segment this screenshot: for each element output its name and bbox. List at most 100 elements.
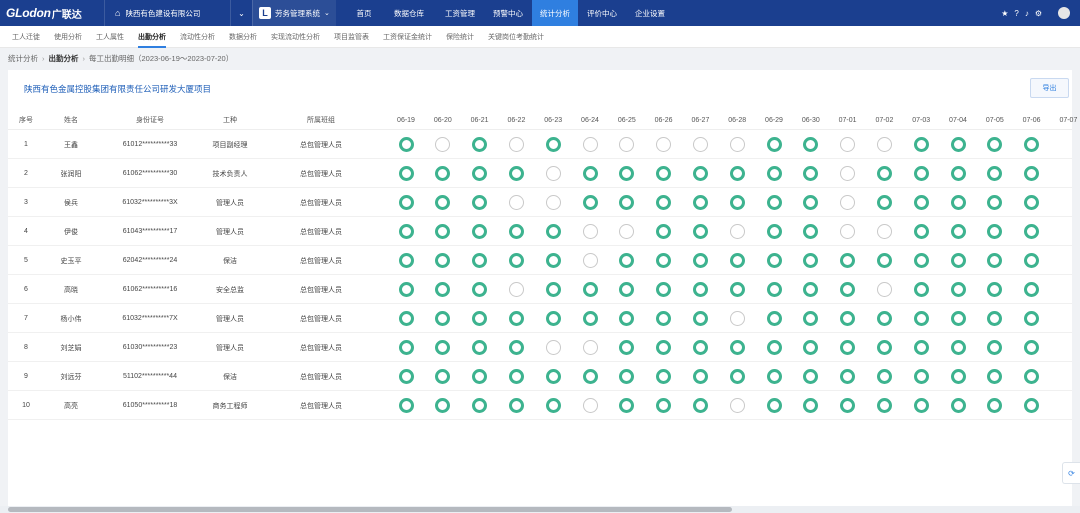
attendance-present-icon[interactable] — [472, 224, 488, 239]
attendance-absent-icon[interactable] — [876, 282, 892, 297]
attendance-present-icon[interactable] — [840, 369, 856, 384]
attendance-present-icon[interactable] — [950, 340, 966, 355]
attendance-present-icon[interactable] — [803, 398, 819, 413]
attendance-present-icon[interactable] — [472, 369, 488, 384]
attendance-present-icon[interactable] — [913, 369, 929, 384]
nav-evaluation-center[interactable]: 评价中心 — [578, 0, 626, 26]
attendance-present-icon[interactable] — [1024, 282, 1040, 297]
column-header-date[interactable]: 06-25 — [609, 110, 645, 130]
attendance-present-icon[interactable] — [398, 166, 414, 181]
attendance-present-icon[interactable] — [508, 398, 524, 413]
column-header-date[interactable]: 06-19 — [388, 110, 424, 130]
attendance-present-icon[interactable] — [987, 340, 1003, 355]
attendance-present-icon[interactable] — [950, 224, 966, 239]
attendance-present-icon[interactable] — [913, 398, 929, 413]
attendance-present-icon[interactable] — [803, 137, 819, 152]
attendance-absent-icon[interactable] — [729, 398, 745, 413]
table-row[interactable]: 8 刘芝娟 61030**********23 管理人员 总包管理人员 — [8, 333, 1072, 362]
attendance-present-icon[interactable] — [803, 369, 819, 384]
subtab-6[interactable]: 实现流动性分析 — [271, 26, 320, 48]
attendance-present-icon[interactable] — [840, 311, 856, 326]
attendance-absent-icon[interactable] — [545, 340, 561, 355]
attendance-present-icon[interactable] — [656, 398, 672, 413]
nav-statistics[interactable]: 统计分析 — [532, 0, 578, 26]
attendance-absent-icon[interactable] — [582, 137, 598, 152]
settings-icon[interactable]: ⚙ — [1035, 9, 1042, 18]
column-header-date[interactable]: 06-29 — [756, 110, 792, 130]
column-header-name[interactable]: 姓名 — [31, 110, 111, 130]
attendance-present-icon[interactable] — [398, 398, 414, 413]
attendance-absent-icon[interactable] — [582, 224, 598, 239]
breadcrumb-item-statistics[interactable]: 统计分析 — [8, 53, 38, 64]
attendance-present-icon[interactable] — [1024, 137, 1040, 152]
attendance-absent-icon[interactable] — [840, 224, 856, 239]
bell-icon[interactable]: ♪ — [1025, 9, 1029, 18]
column-header-date[interactable]: 07-03 — [903, 110, 939, 130]
attendance-present-icon[interactable] — [435, 224, 451, 239]
attendance-present-icon[interactable] — [766, 398, 782, 413]
attendance-present-icon[interactable] — [545, 253, 561, 268]
attendance-present-icon[interactable] — [545, 369, 561, 384]
attendance-present-icon[interactable] — [913, 166, 929, 181]
subtab-10[interactable]: 关键岗位考勤统计 — [488, 26, 544, 48]
nav-data-warehouse[interactable]: 数据仓库 — [382, 0, 436, 26]
attendance-present-icon[interactable] — [582, 282, 598, 297]
attendance-present-icon[interactable] — [472, 166, 488, 181]
attendance-present-icon[interactable] — [729, 195, 745, 210]
attendance-present-icon[interactable] — [1024, 253, 1040, 268]
attendance-present-icon[interactable] — [803, 282, 819, 297]
attendance-present-icon[interactable] — [508, 253, 524, 268]
attendance-absent-icon[interactable] — [435, 137, 451, 152]
system-selector[interactable]: L 劳务管理系统 ⌄ — [252, 0, 336, 26]
attendance-present-icon[interactable] — [840, 398, 856, 413]
attendance-present-icon[interactable] — [729, 253, 745, 268]
attendance-present-icon[interactable] — [1024, 340, 1040, 355]
attendance-present-icon[interactable] — [435, 166, 451, 181]
attendance-present-icon[interactable] — [987, 224, 1003, 239]
table-row[interactable]: 4 伊俊 61043**********17 管理人员 总包管理人员 — [8, 217, 1072, 246]
attendance-present-icon[interactable] — [656, 311, 672, 326]
subtab-8[interactable]: 工资保证金统计 — [383, 26, 432, 48]
column-header-date[interactable]: 06-26 — [646, 110, 682, 130]
attendance-present-icon[interactable] — [435, 398, 451, 413]
attendance-absent-icon[interactable] — [582, 340, 598, 355]
company-dropdown-chevron-icon[interactable]: ⌄ — [230, 0, 252, 26]
attendance-present-icon[interactable] — [472, 253, 488, 268]
attendance-present-icon[interactable] — [913, 224, 929, 239]
attendance-present-icon[interactable] — [545, 398, 561, 413]
attendance-absent-icon[interactable] — [840, 195, 856, 210]
scrollbar-thumb[interactable] — [8, 507, 732, 512]
attendance-present-icon[interactable] — [950, 253, 966, 268]
attendance-present-icon[interactable] — [950, 311, 966, 326]
attendance-present-icon[interactable] — [656, 340, 672, 355]
attendance-present-icon[interactable] — [692, 282, 708, 297]
column-header-date[interactable]: 07-01 — [830, 110, 866, 130]
attendance-present-icon[interactable] — [1024, 195, 1040, 210]
column-header-date[interactable]: 07-07 — [1050, 110, 1080, 130]
attendance-present-icon[interactable] — [619, 369, 635, 384]
attendance-absent-icon[interactable] — [729, 311, 745, 326]
attendance-present-icon[interactable] — [876, 369, 892, 384]
attendance-present-icon[interactable] — [950, 166, 966, 181]
attendance-absent-icon[interactable] — [876, 137, 892, 152]
attendance-absent-icon[interactable] — [582, 398, 598, 413]
attendance-present-icon[interactable] — [766, 340, 782, 355]
attendance-absent-icon[interactable] — [656, 137, 672, 152]
attendance-present-icon[interactable] — [545, 282, 561, 297]
attendance-present-icon[interactable] — [692, 224, 708, 239]
table-row[interactable]: 1 王鑫 61012**********33 项目副经理 总包管理人员 — [8, 130, 1072, 159]
column-header-date[interactable]: 06-20 — [425, 110, 461, 130]
attendance-present-icon[interactable] — [435, 311, 451, 326]
table-row[interactable]: 5 史玉平 62042**********24 保洁 总包管理人员 — [8, 246, 1072, 275]
attendance-absent-icon[interactable] — [876, 224, 892, 239]
attendance-present-icon[interactable] — [876, 166, 892, 181]
attendance-present-icon[interactable] — [840, 253, 856, 268]
attendance-present-icon[interactable] — [619, 398, 635, 413]
attendance-present-icon[interactable] — [766, 195, 782, 210]
attendance-present-icon[interactable] — [435, 340, 451, 355]
attendance-present-icon[interactable] — [766, 137, 782, 152]
attendance-present-icon[interactable] — [508, 224, 524, 239]
attendance-present-icon[interactable] — [398, 195, 414, 210]
nav-home[interactable]: 首页 — [346, 0, 382, 26]
nav-alert-center[interactable]: 预警中心 — [484, 0, 532, 26]
